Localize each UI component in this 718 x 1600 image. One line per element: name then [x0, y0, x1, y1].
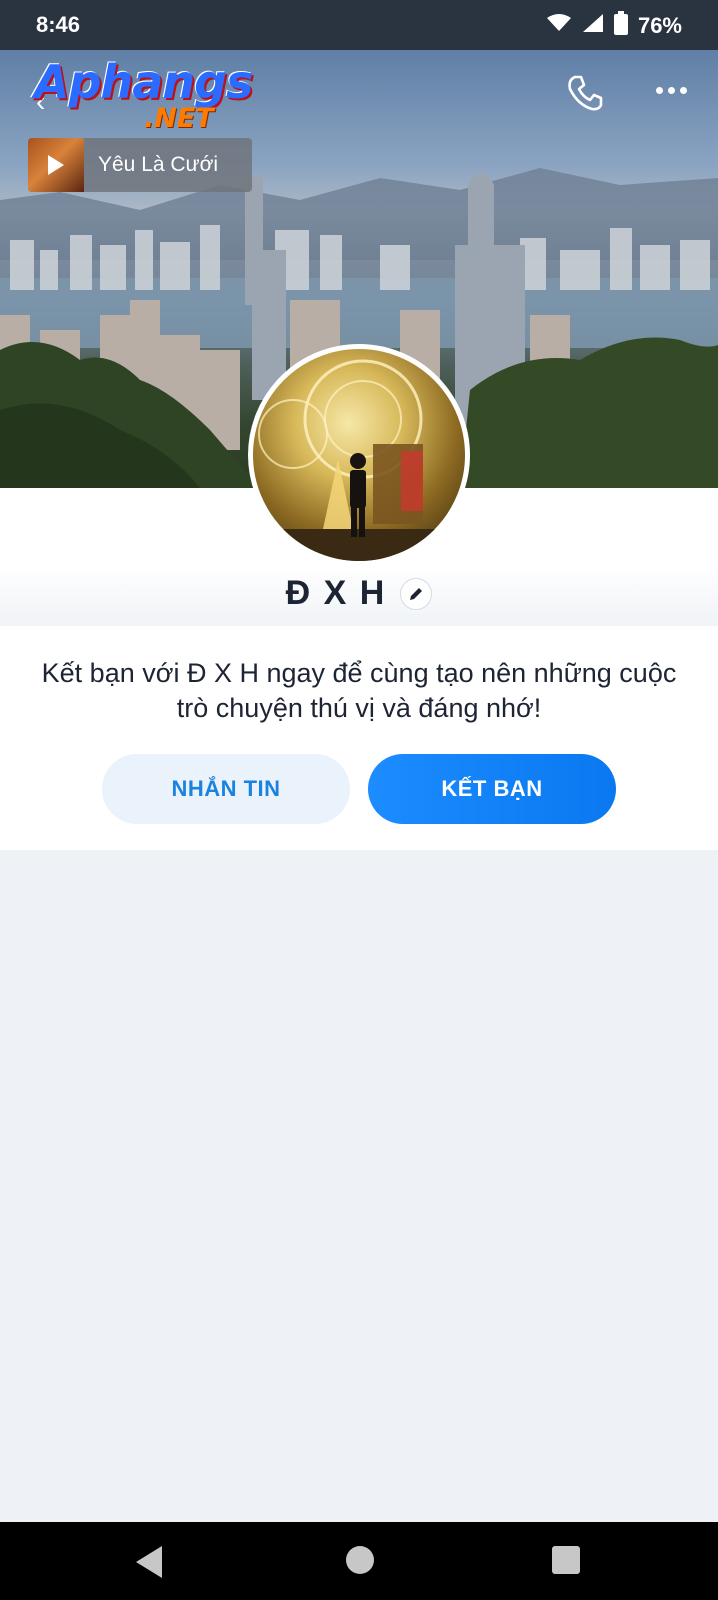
- profile-name-row: Đ X H: [0, 574, 718, 613]
- status-bar: 8:46 76%: [0, 0, 718, 50]
- logo-main-text: Aphangs: [34, 55, 253, 109]
- nav-home-icon[interactable]: [346, 1546, 374, 1574]
- empty-feed-area: [0, 850, 718, 1522]
- nav-back-icon[interactable]: [136, 1546, 162, 1578]
- more-options-icon[interactable]: [656, 87, 687, 94]
- battery-icon: [613, 11, 628, 40]
- status-indicators: 76%: [546, 11, 682, 40]
- edit-pencil-icon[interactable]: [400, 577, 433, 610]
- battery-percent: 76%: [637, 12, 682, 38]
- watermark-logo: Aphangs .NET: [34, 55, 253, 134]
- system-navigation-bar: [0, 1522, 718, 1600]
- add-friend-button[interactable]: KẾT BẠN: [368, 754, 616, 824]
- profile-music-chip[interactable]: Yêu Là Cưới: [28, 138, 252, 192]
- message-button[interactable]: NHẮN TIN: [102, 754, 350, 824]
- wifi-icon: [546, 13, 572, 38]
- music-album-thumbnail: [28, 138, 84, 192]
- music-title: Yêu Là Cưới: [98, 153, 219, 176]
- avatar-photo-illustration: [253, 359, 465, 561]
- profile-avatar[interactable]: [248, 344, 470, 566]
- invite-message: Kết bạn với Đ X H ngay để cùng tạo nên n…: [41, 658, 677, 723]
- profile-name: Đ X H: [285, 574, 387, 612]
- nav-recents-icon[interactable]: [552, 1546, 580, 1574]
- status-time: 8:46: [36, 12, 81, 37]
- signal-icon: [582, 13, 604, 38]
- logo-sub-text: .NET: [144, 103, 214, 134]
- play-icon[interactable]: [48, 155, 64, 175]
- friend-invite-card: Kết bạn với Đ X H ngay để cùng tạo nên n…: [0, 626, 718, 850]
